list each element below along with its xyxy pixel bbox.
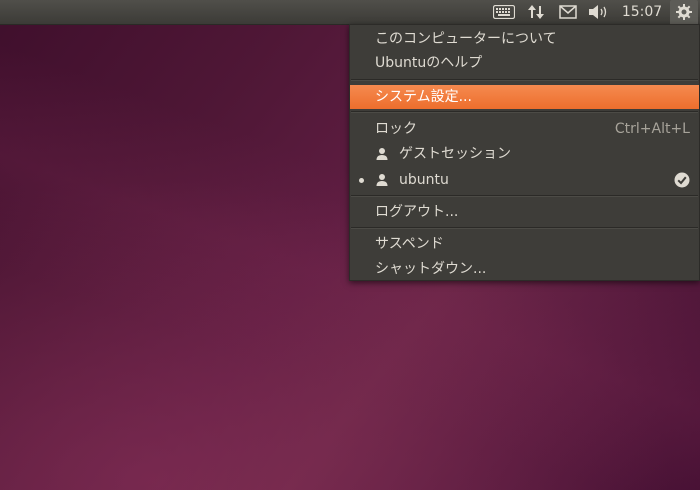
sound-indicator[interactable] — [585, 0, 613, 24]
gear-icon — [676, 4, 692, 20]
envelope-icon — [559, 5, 577, 19]
messaging-indicator[interactable] — [554, 0, 582, 24]
menu-item-lock[interactable]: ロック Ctrl+Alt+L — [350, 117, 699, 141]
menu-separator — [351, 79, 698, 81]
menu-item-about[interactable]: このコンピューターについて — [350, 27, 699, 51]
menu-item-system-settings-label: システム設定... — [375, 89, 472, 105]
user-icon — [376, 174, 388, 186]
network-indicator[interactable] — [522, 0, 550, 24]
menu-separator — [351, 195, 698, 197]
menu-item-shutdown-label: シャットダウン... — [375, 261, 487, 277]
menu-item-guest-session-label: ゲストセッション — [399, 146, 511, 162]
clock-indicator[interactable]: 15:07 — [618, 0, 666, 24]
network-updown-icon — [528, 5, 544, 19]
menu-item-lock-label: ロック — [375, 121, 417, 137]
session-indicator[interactable] — [670, 0, 698, 24]
user-icon — [376, 148, 388, 160]
menu-item-guest-session[interactable]: ゲストセッション — [350, 142, 699, 166]
menu-item-system-settings[interactable]: システム設定... — [350, 85, 699, 109]
menu-item-current-user-label: ubuntu — [399, 172, 449, 188]
active-user-dot-icon — [359, 178, 364, 183]
menu-item-about-label: このコンピューターについて — [375, 31, 557, 47]
top-panel: 15:07 — [0, 0, 700, 25]
menu-item-current-user[interactable]: ubuntu — [350, 168, 699, 192]
menu-item-suspend-label: サスペンド — [375, 236, 444, 252]
menu-separator — [351, 111, 698, 113]
keyboard-icon — [493, 5, 515, 19]
clock-time: 15:07 — [621, 4, 663, 20]
lock-shortcut: Ctrl+Alt+L — [614, 121, 690, 137]
speaker-volume-icon — [589, 5, 607, 19]
menu-item-help[interactable]: Ubuntuのヘルプ — [350, 51, 699, 75]
menu-item-logout-label: ログアウト... — [375, 204, 459, 220]
menu-item-shutdown[interactable]: シャットダウン... — [350, 257, 699, 281]
menu-item-logout[interactable]: ログアウト... — [350, 200, 699, 224]
menu-separator — [351, 227, 698, 229]
checkmark-circle-icon — [674, 172, 690, 188]
keyboard-indicator[interactable] — [490, 0, 518, 24]
session-menu: このコンピューターについて Ubuntuのヘルプ システム設定... ロック C… — [349, 24, 700, 281]
menu-item-help-label: Ubuntuのヘルプ — [375, 55, 483, 71]
menu-item-suspend[interactable]: サスペンド — [350, 232, 699, 256]
